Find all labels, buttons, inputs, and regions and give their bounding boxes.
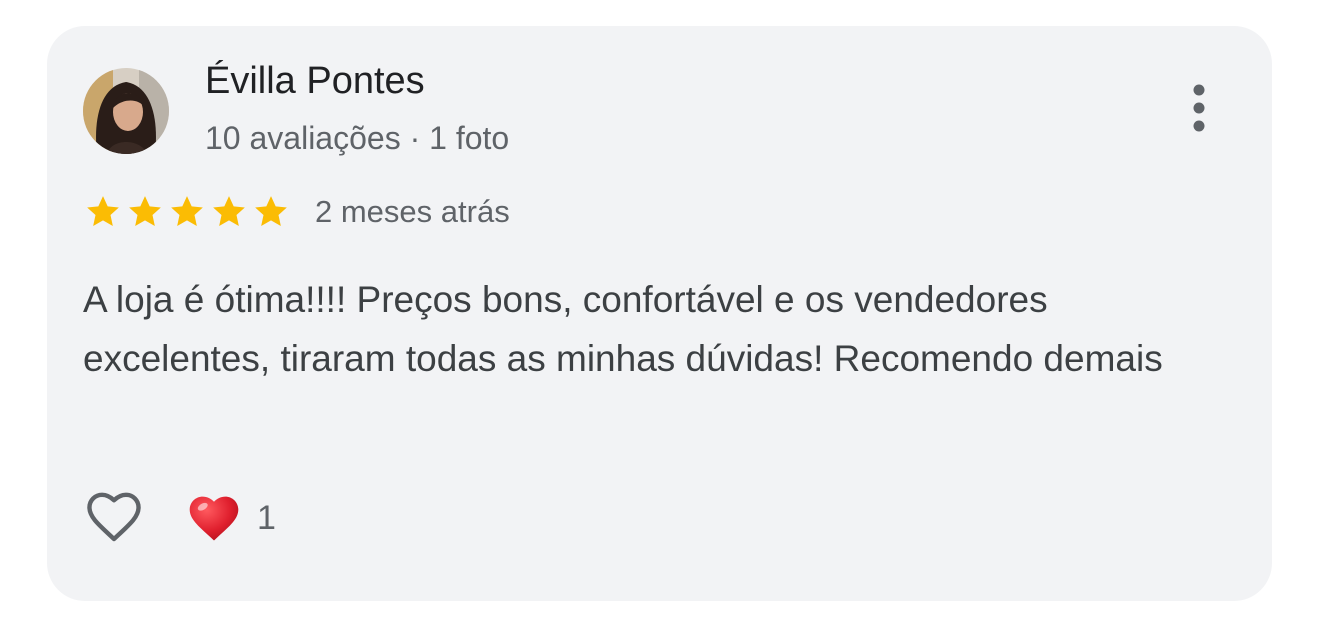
- author-meta: 10 avaliações · 1 foto: [205, 120, 510, 156]
- like-button[interactable]: [83, 486, 145, 548]
- star-icon: [171, 196, 203, 226]
- author-name[interactable]: Évilla Pontes: [205, 60, 425, 103]
- star-icon: [213, 196, 245, 226]
- star-icon: [255, 196, 287, 226]
- more-vertical-icon: [1193, 84, 1205, 132]
- avatar[interactable]: [83, 68, 169, 154]
- heart-outline-icon: [87, 492, 141, 542]
- star-rating: [83, 192, 293, 232]
- rating-row: 2 meses atrás: [83, 190, 510, 234]
- review-text: A loja é ótima!!!! Preços bons, confortá…: [83, 279, 1163, 379]
- review-time: 2 meses atrás: [315, 194, 510, 229]
- review-card: Évilla Pontes 10 avaliações · 1 foto 2 m…: [47, 26, 1272, 601]
- reaction-summary[interactable]: 1: [187, 492, 276, 544]
- reaction-count: 1: [257, 498, 276, 537]
- more-options-button[interactable]: [1179, 82, 1219, 138]
- star-icon: [129, 196, 161, 226]
- star-icon: [87, 196, 119, 226]
- red-heart-emoji-icon: [189, 496, 239, 541]
